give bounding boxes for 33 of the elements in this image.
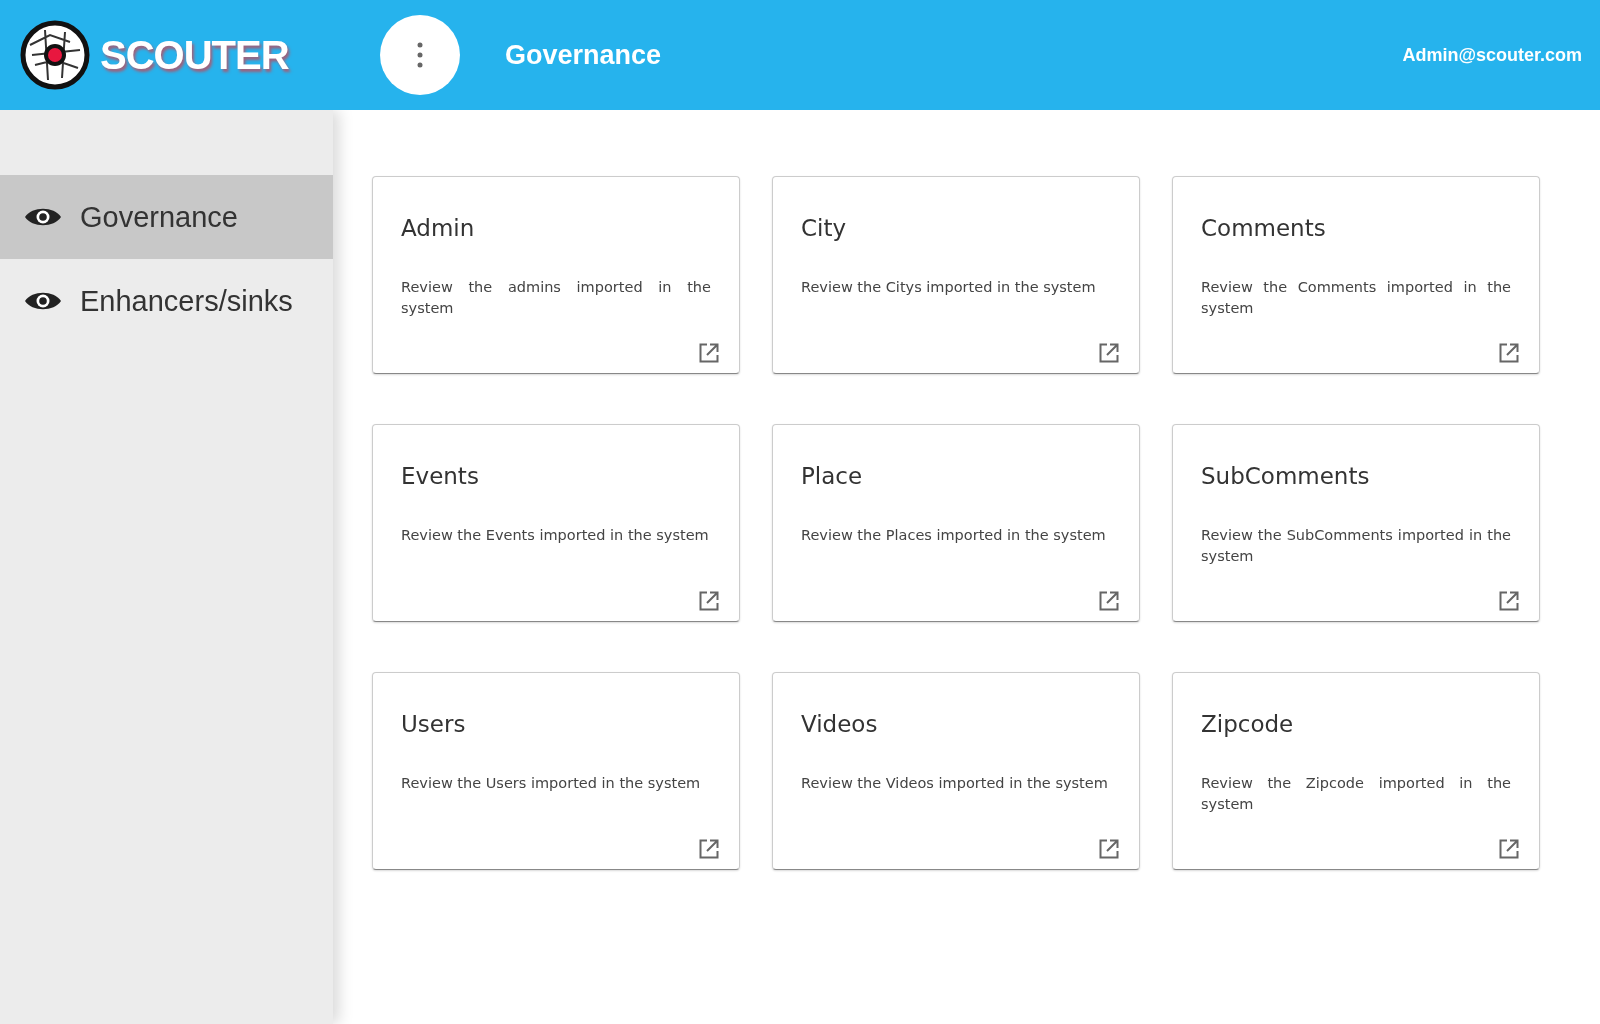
page-title: Governance	[505, 39, 663, 71]
card-title: Place	[801, 463, 864, 489]
card-description: Review the Comments imported in the system	[1201, 278, 1511, 318]
card-description: Review the Zipcode imported in the system	[1201, 774, 1511, 814]
card-title: Comments	[1201, 215, 1327, 241]
card-description: Review the Places imported in the system	[801, 526, 1107, 545]
open-external-icon[interactable]	[1099, 591, 1119, 611]
sidebar-item[interactable]: Enhancers/sinks	[0, 259, 333, 343]
open-external-icon[interactable]	[1499, 591, 1519, 611]
card-title: Videos	[801, 711, 879, 737]
card-title: Users	[401, 711, 467, 737]
card-description: Review the Events imported in the system	[401, 526, 710, 545]
open-external-icon[interactable]	[1099, 839, 1119, 859]
card-title: Events	[401, 463, 480, 489]
open-external-icon[interactable]	[1499, 839, 1519, 859]
card-title: Zipcode	[1201, 711, 1295, 737]
logo-icon	[20, 20, 90, 90]
open-external-icon[interactable]	[1499, 343, 1519, 363]
card-description: Review the Videos imported in the system	[801, 774, 1109, 793]
card-description: Review the Users imported in the system	[401, 774, 702, 793]
logo-text: SCOUTER	[100, 32, 289, 78]
open-external-icon[interactable]	[1099, 343, 1119, 363]
open-external-icon[interactable]	[699, 343, 719, 363]
card-title: Admin	[401, 215, 476, 241]
open-external-icon[interactable]	[699, 591, 719, 611]
card-description: Review the admins imported in the system	[401, 278, 711, 318]
card-description: Review the Citys imported in the system	[801, 278, 1097, 297]
more-vertical-icon	[417, 42, 423, 68]
card-title: City	[801, 215, 848, 241]
card-description: Review the SubComments imported in the system	[1201, 526, 1511, 566]
open-external-icon[interactable]	[699, 839, 719, 859]
sidebar-item[interactable]: Governance	[0, 175, 333, 259]
card-title: SubComments	[1201, 463, 1371, 489]
